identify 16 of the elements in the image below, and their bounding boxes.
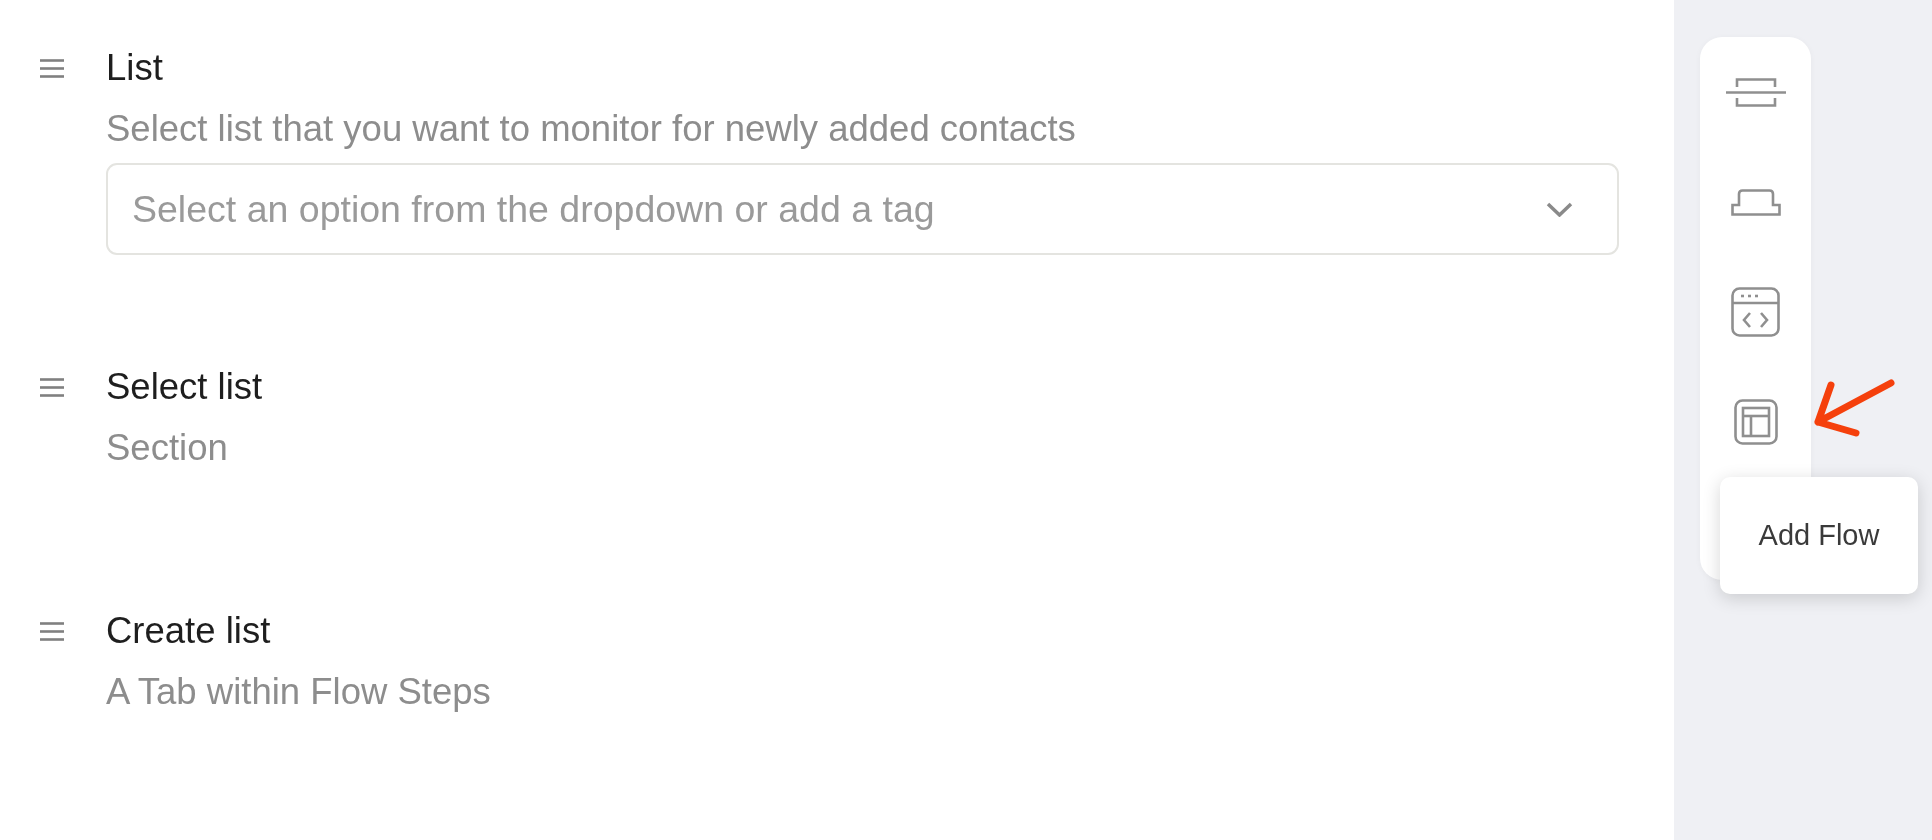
field-title: Create list: [106, 609, 271, 653]
divider-icon[interactable]: [1725, 77, 1786, 107]
code-window-icon[interactable]: [1731, 287, 1780, 337]
field-description: A Tab within Flow Steps: [106, 670, 491, 714]
tooltip: Add Flow: [1720, 477, 1918, 594]
field-description: Section: [106, 426, 228, 470]
chevron-down-icon: [1546, 201, 1573, 217]
layout-icon[interactable]: [1733, 399, 1778, 445]
drag-handle-icon[interactable]: [40, 377, 64, 397]
field-description: Select list that you want to monitor for newly added contacts: [106, 107, 1076, 151]
dropdown-field[interactable]: Select an option from the dropdown or add a tag: [106, 163, 1619, 255]
field-title: List: [106, 46, 163, 90]
drag-handle-icon[interactable]: [40, 58, 64, 78]
drag-handle-icon[interactable]: [40, 621, 64, 641]
field-title: Select list: [106, 365, 263, 409]
tab-icon[interactable]: [1730, 188, 1781, 216]
